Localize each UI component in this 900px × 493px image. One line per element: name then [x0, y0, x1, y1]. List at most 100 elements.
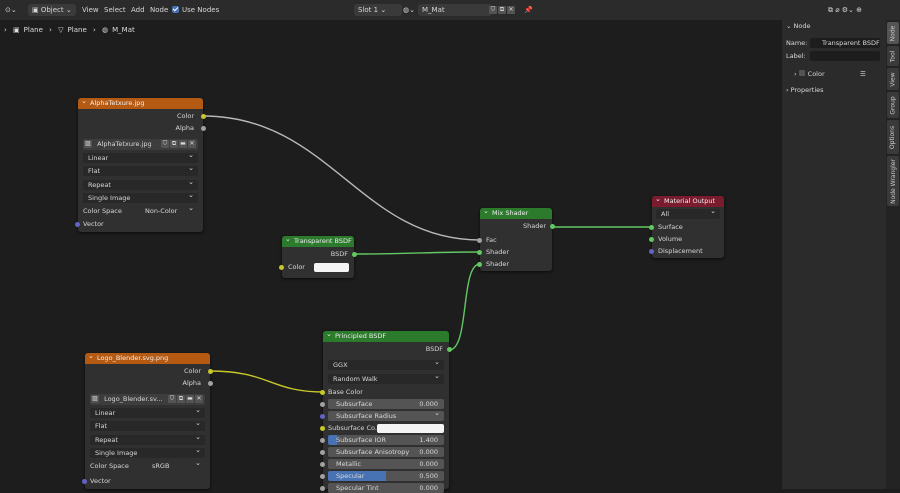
specular-tint-field[interactable]: Specular Tint 0.000 — [328, 483, 444, 493]
input-subsurface-radius-socket[interactable] — [320, 414, 325, 419]
snap-icon[interactable]: ⌀ — [835, 6, 839, 14]
input-shader-2-socket[interactable] — [477, 262, 482, 267]
input-shader-1-socket[interactable] — [477, 250, 482, 255]
extension-dropdown[interactable]: Repeat — [83, 180, 198, 190]
material-name-field[interactable]: M_Mat — [418, 4, 492, 16]
input-subsurface-socket[interactable] — [320, 402, 325, 407]
subsurface-method-dropdown[interactable]: Random Walk — [328, 374, 444, 384]
principled-bsdf-node[interactable]: Principled BSDF BSDF GGX Random Walk Bas… — [320, 331, 452, 493]
overlay-icon[interactable]: ⧉ — [828, 6, 833, 14]
subsurface-color-swatch[interactable] — [377, 424, 444, 433]
source-dropdown[interactable]: Single Image — [90, 448, 205, 458]
open-folder-icon[interactable]: ▬ — [186, 395, 194, 403]
properties-panel-toggle[interactable]: › Properties — [786, 85, 824, 96]
gizmo-icon[interactable]: ⊕ — [856, 6, 862, 14]
editor-type-icon[interactable]: ⊙⌄ — [5, 4, 17, 16]
menu-select[interactable]: Select — [104, 4, 126, 16]
unlink-icon[interactable]: ✕ — [195, 395, 203, 403]
input-subsurface-ior-socket[interactable] — [320, 438, 325, 443]
tab-node-wrangler[interactable]: Node Wrangler — [887, 156, 899, 206]
subsurface-anisotropy-field[interactable]: Subsurface Anisotropy 0.000 — [328, 447, 444, 457]
color-space-dropdown[interactable]: sRGB — [147, 461, 205, 471]
input-metallic-socket[interactable] — [320, 462, 325, 467]
menu-add[interactable]: Add — [131, 4, 145, 16]
menu-node[interactable]: Node — [150, 4, 168, 16]
tab-tool[interactable]: Tool — [887, 46, 899, 66]
target-dropdown[interactable]: All — [656, 209, 720, 219]
output-alpha-socket[interactable] — [201, 126, 206, 131]
tab-options[interactable]: Options — [887, 120, 899, 154]
mix-shader-node[interactable]: Mix Shader Shader Fac Shader Shader — [477, 208, 555, 271]
node-header[interactable]: Principled BSDF — [323, 331, 449, 342]
color-checkbox[interactable] — [798, 70, 805, 76]
source-dropdown[interactable]: Single Image — [83, 193, 198, 203]
unlink-icon[interactable]: ✕ — [188, 140, 196, 148]
input-volume-socket[interactable] — [649, 237, 654, 242]
transparent-bsdf-node[interactable]: Transparent BSDF BSDF Color — [279, 236, 357, 278]
input-color-socket[interactable] — [279, 265, 284, 270]
unlink-icon[interactable]: ✕ — [507, 6, 515, 14]
interpolation-dropdown[interactable]: Linear — [83, 153, 198, 163]
node-header[interactable]: Mix Shader — [480, 208, 552, 219]
name-field[interactable]: Transparent BSDF — [810, 38, 880, 48]
subsurface-field[interactable]: Subsurface 0.000 — [328, 399, 444, 409]
fake-user-shield-icon[interactable]: ⛉ — [168, 395, 176, 403]
node-header[interactable]: AlphaTetxure.jpg — [78, 98, 203, 109]
input-fac-socket[interactable] — [477, 238, 482, 243]
extension-dropdown[interactable]: Repeat — [90, 435, 205, 445]
output-bsdf-socket[interactable] — [447, 347, 452, 352]
input-subsurface-color-socket[interactable] — [320, 426, 325, 431]
color-panel-toggle[interactable]: › Color — [794, 69, 825, 80]
image-texture-node-alpha[interactable]: AlphaTetxure.jpg Color Alpha ▨ AlphaTetx… — [75, 98, 206, 232]
duplicate-icon[interactable]: ⧉ — [498, 6, 506, 14]
image-selector[interactable]: ▨ Logo_Blender.sv... ⛉ ⧉ ▬ ✕ — [90, 394, 205, 405]
label-field[interactable] — [810, 51, 880, 61]
image-texture-node-logo[interactable]: Logo_Blender.svg.png Color Alpha ▨ Logo_… — [82, 353, 213, 489]
output-bsdf-socket[interactable] — [352, 252, 357, 257]
input-subsurface-anisotropy-socket[interactable] — [320, 450, 325, 455]
output-color-socket[interactable] — [208, 369, 213, 374]
image-browse-icon[interactable]: ▨ — [91, 395, 99, 403]
fake-user-shield-icon[interactable]: ⛉ — [161, 140, 169, 148]
image-selector[interactable]: ▨ AlphaTetxure.jpg ⛉ ⧉ ▬ ✕ — [83, 139, 198, 150]
metallic-field[interactable]: Metallic 0.000 — [328, 459, 444, 469]
color-presets-icon[interactable]: ☰ — [860, 69, 866, 80]
projection-dropdown[interactable]: Flat — [83, 166, 198, 176]
pin-icon[interactable]: 📌 — [524, 4, 533, 16]
color-swatch[interactable] — [314, 263, 349, 272]
tab-node[interactable]: Node — [887, 22, 899, 44]
tab-view[interactable]: View — [887, 68, 899, 90]
material-output-node[interactable]: Material Output All Surface Volume Displ… — [649, 196, 724, 258]
subsurface-ior-field[interactable]: Subsurface IOR 1.400 — [328, 435, 444, 445]
mode-dropdown[interactable]: ▣ Object ⌄ — [28, 4, 76, 16]
open-folder-icon[interactable]: ▬ — [179, 140, 187, 148]
input-vector-socket[interactable] — [75, 222, 80, 227]
settings-icon[interactable]: ⚙⌄ — [842, 6, 854, 14]
input-base-color-socket[interactable] — [320, 390, 325, 395]
duplicate-icon[interactable]: ⧉ — [177, 395, 185, 403]
node-panel-header[interactable]: ⌄ Node — [786, 21, 810, 32]
subsurface-radius-field[interactable]: Subsurface Radius — [328, 411, 444, 421]
slot-dropdown[interactable]: Slot 1 ⌄ — [354, 4, 402, 16]
menu-view[interactable]: View — [82, 4, 99, 16]
input-displacement-socket[interactable] — [649, 249, 654, 254]
input-surface-socket[interactable] — [649, 225, 654, 230]
input-specular-socket[interactable] — [320, 474, 325, 479]
color-space-dropdown[interactable]: Non-Color — [140, 206, 198, 216]
use-nodes-checkbox[interactable]: Use Nodes — [172, 4, 219, 16]
material-browse-button[interactable]: ◍⌄ — [403, 4, 415, 16]
output-shader-socket[interactable] — [550, 224, 555, 229]
image-browse-icon[interactable]: ▨ — [84, 140, 92, 148]
interpolation-dropdown[interactable]: Linear — [90, 408, 205, 418]
node-header[interactable]: Material Output — [652, 196, 724, 207]
node-header[interactable]: Transparent BSDF — [282, 236, 354, 247]
specular-field[interactable]: Specular 0.500 — [328, 471, 444, 481]
tab-group[interactable]: Group — [887, 92, 899, 118]
distribution-dropdown[interactable]: GGX — [328, 360, 444, 370]
node-header[interactable]: Logo_Blender.svg.png — [85, 353, 210, 364]
breadcrumb-toggle-icon[interactable]: › — [4, 26, 7, 34]
input-vector-socket[interactable] — [82, 479, 87, 484]
output-color-socket[interactable] — [201, 114, 206, 119]
duplicate-icon[interactable]: ⧉ — [170, 140, 178, 148]
projection-dropdown[interactable]: Flat — [90, 421, 205, 431]
